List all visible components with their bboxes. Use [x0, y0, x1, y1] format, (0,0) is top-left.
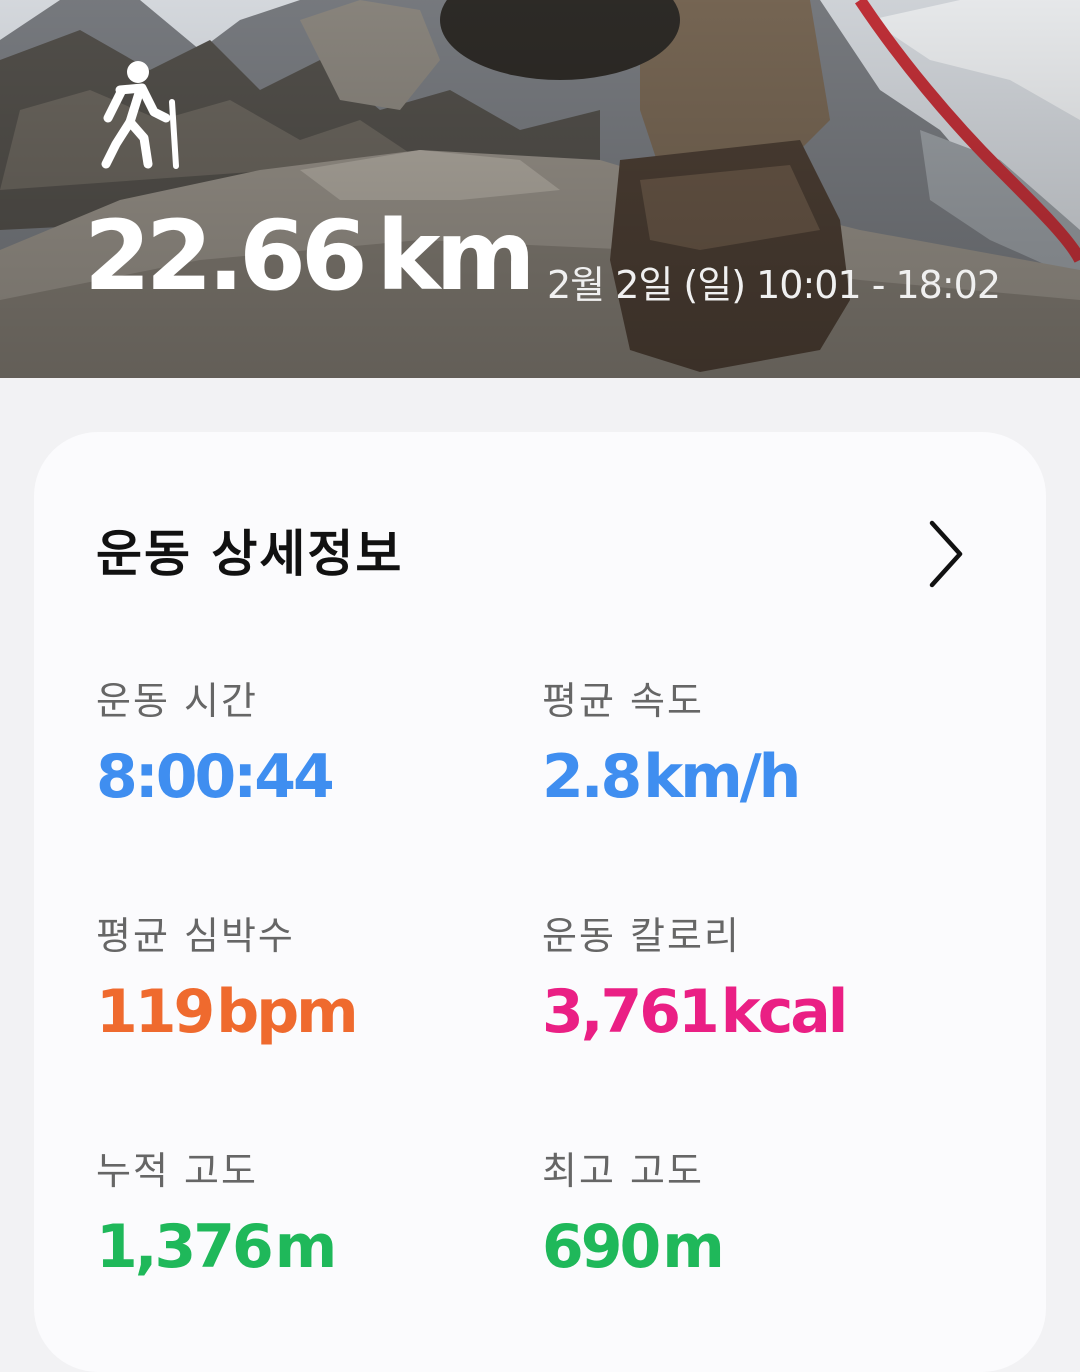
stat-number: 8:00:44 [96, 742, 335, 812]
hero-image: 22.66 km 2월 2일 (일) 10:01 - 18:02 [0, 0, 1080, 378]
distance-value: 22.66 [84, 200, 368, 312]
stat-value: 1,376m [96, 1209, 338, 1285]
stat-label: 누적 고도 [96, 1149, 258, 1193]
details-more-button[interactable] [908, 516, 984, 592]
stat-workout-time: 운동 시간 8:00:44 [96, 677, 516, 817]
workout-details-card: 운동 상세정보 운동 시간 8:00:44 평균 속도 2.8km/h 평균 심… [34, 432, 1046, 1372]
stat-label: 최고 고도 [542, 1149, 704, 1193]
stat-number: 1,376 [96, 1212, 274, 1282]
stat-number: 3,761 [542, 977, 720, 1047]
stat-number: 690 [542, 1212, 661, 1282]
stat-value: 2.8km/h [542, 739, 801, 815]
stat-avg-speed: 평균 속도 2.8km/h [542, 677, 962, 817]
chevron-right-icon [929, 520, 963, 588]
details-title: 운동 상세정보 [96, 525, 404, 583]
stat-cumulative-elevation: 누적 고도 1,376m [96, 1147, 516, 1287]
workout-datetime: 2월 2일 (일) 10:01 - 18:02 [546, 263, 1001, 307]
stat-label: 평균 심박수 [96, 914, 295, 958]
stat-unit: kcal [720, 977, 849, 1047]
stat-label: 평균 속도 [542, 679, 704, 723]
stat-calories: 운동 칼로리 3,761kcal [542, 912, 962, 1052]
details-header[interactable]: 운동 상세정보 [96, 520, 984, 602]
stat-unit: m [662, 1212, 725, 1282]
stat-unit: m [274, 1212, 338, 1282]
stat-max-elevation: 최고 고도 690m [542, 1147, 962, 1287]
stat-value: 3,761kcal [542, 974, 849, 1050]
stat-number: 119 [96, 977, 215, 1047]
stat-label: 운동 시간 [96, 679, 258, 723]
stat-value: 8:00:44 [96, 739, 336, 815]
stat-unit: bpm [216, 977, 358, 1047]
stat-number: 2.8 [542, 742, 642, 812]
distance-unit: km [376, 200, 536, 312]
stat-value: 119bpm [96, 974, 359, 1050]
total-distance: 22.66 km [84, 196, 536, 316]
stat-value: 690m [542, 1209, 725, 1285]
hiking-icon [100, 60, 184, 170]
stat-label: 운동 칼로리 [542, 914, 741, 958]
hero-shade [0, 0, 1080, 378]
stat-unit: km/h [643, 742, 801, 812]
stat-avg-heart-rate: 평균 심박수 119bpm [96, 912, 516, 1052]
